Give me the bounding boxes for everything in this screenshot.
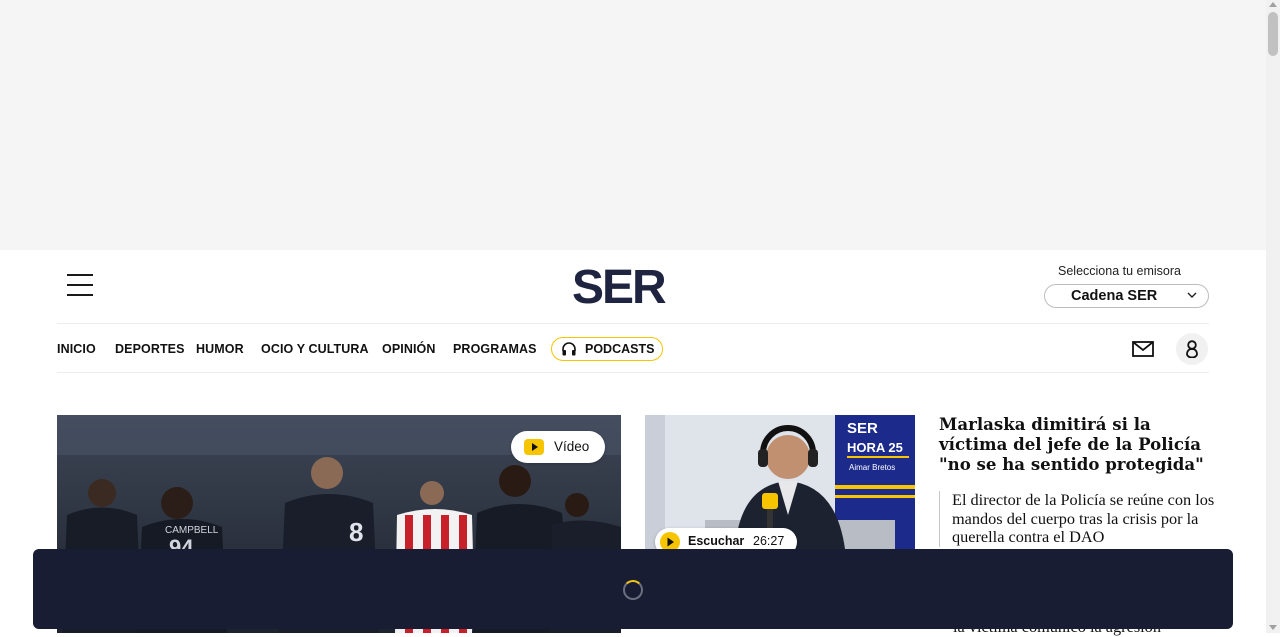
play-icon — [524, 439, 544, 455]
ad-slot — [0, 0, 1266, 250]
podcasts-label: PODCASTS — [585, 342, 655, 356]
nav-item-deportes[interactable]: DEPORTES — [115, 342, 185, 356]
radio-story-image[interactable]: SER HORA 25 Aimar Bretos Escuchar 26:27 — [645, 415, 915, 549]
loading-spinner-icon — [623, 580, 643, 600]
menu-icon[interactable] — [67, 274, 95, 298]
nav-item-inicio[interactable]: INICIO — [57, 342, 96, 356]
user-account-button[interactable] — [1176, 333, 1208, 365]
loading-overlay — [33, 549, 1233, 629]
related-story-link[interactable]: El director de la Policía se reúne con l… — [939, 490, 1219, 547]
video-badge[interactable]: Vídeo — [511, 431, 605, 463]
user-icon — [1186, 340, 1198, 358]
play-circle-icon — [660, 532, 680, 549]
audio-duration: 26:27 — [753, 534, 785, 548]
main-nav: INICIO DEPORTES HUMOR OCIO Y CULTURA OPI… — [57, 325, 1209, 373]
site-header: SER Selecciona tu emisora Cadena SER — [57, 250, 1209, 324]
nav-item-programas[interactable]: PROGRAMAS — [453, 342, 537, 356]
svg-text:SER: SER — [572, 267, 666, 309]
podcasts-button[interactable]: PODCASTS — [551, 337, 663, 361]
station-label: Selecciona tu emisora — [1058, 264, 1181, 278]
station-select[interactable]: Cadena SER — [1044, 284, 1209, 308]
mail-icon[interactable] — [1132, 340, 1154, 358]
video-label: Vídeo — [554, 439, 590, 454]
nav-item-humor[interactable]: HUMOR — [196, 342, 244, 356]
svg-text:HORA 25: HORA 25 — [847, 440, 903, 455]
svg-text:8: 8 — [349, 517, 363, 547]
scroll-down-arrow-icon[interactable] — [1269, 625, 1277, 630]
svg-text:Aimar Bretos: Aimar Bretos — [849, 463, 895, 472]
svg-text:SER: SER — [847, 420, 878, 437]
chevron-down-icon — [1187, 292, 1197, 298]
scroll-up-arrow-icon[interactable] — [1269, 2, 1277, 7]
listen-label: Escuchar — [688, 534, 745, 548]
side-story-headline[interactable]: Marlaska dimitirá si la víctima del jefe… — [939, 414, 1214, 474]
nav-item-opinion[interactable]: OPINIÓN — [382, 342, 435, 356]
listen-button[interactable]: Escuchar 26:27 — [655, 528, 797, 549]
station-select-value: Cadena SER — [1071, 288, 1158, 304]
page-scrollbar[interactable] — [1266, 0, 1280, 633]
headphones-icon — [562, 342, 576, 356]
scroll-thumb[interactable] — [1268, 12, 1278, 56]
nav-item-ocio-y-cultura[interactable]: OCIO Y CULTURA — [261, 342, 369, 356]
ser-logo[interactable]: SER — [572, 267, 694, 309]
